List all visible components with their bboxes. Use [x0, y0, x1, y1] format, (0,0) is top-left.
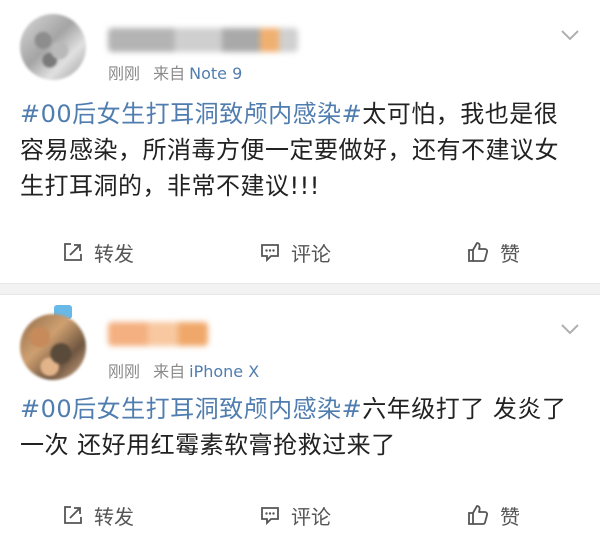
source-device[interactable]: iPhone X — [189, 362, 259, 381]
comment-label: 评论 — [291, 504, 331, 529]
thumbs-up-icon — [468, 505, 489, 525]
username-blurred[interactable] — [108, 28, 298, 52]
repost-icon — [64, 506, 82, 524]
hashtag-link[interactable]: #00后女生打耳洞致颅内感染# — [20, 100, 362, 128]
comment-label: 评论 — [291, 241, 331, 266]
source-prefix: 来自 — [153, 64, 186, 83]
post-content: #00后女生打耳洞致颅内感染#太可怕，我也是很容易感染，所消毒方便一定要做好，还… — [20, 96, 580, 204]
username-blurred[interactable] — [108, 322, 208, 346]
repost-button[interactable]: 转发 — [62, 232, 134, 272]
repost-icon — [64, 243, 82, 261]
comment-button[interactable]: 评论 — [259, 232, 331, 272]
like-button[interactable]: 赞 — [466, 495, 520, 535]
avatar[interactable] — [20, 14, 86, 80]
comment-icon — [261, 244, 279, 263]
thumbs-up-icon — [468, 242, 489, 262]
avatar[interactable] — [20, 314, 86, 380]
like-button[interactable]: 赞 — [466, 232, 520, 272]
source-device[interactable]: Note 9 — [189, 64, 242, 83]
post-actions: 转发 评论 赞 — [0, 495, 600, 535]
post-time: 刚刚 — [108, 64, 141, 83]
like-label: 赞 — [500, 241, 520, 266]
repost-button[interactable]: 转发 — [62, 495, 134, 535]
post-meta: 刚刚 来自 iPhone X — [108, 358, 259, 382]
comment-button[interactable]: 评论 — [259, 495, 331, 535]
post-meta: 刚刚 来自 Note 9 — [108, 60, 242, 84]
post-time: 刚刚 — [108, 362, 141, 381]
repost-label: 转发 — [94, 241, 134, 266]
hashtag-link[interactable]: #00后女生打耳洞致颅内感染# — [20, 395, 362, 423]
post-actions: 转发 评论 赞 — [0, 232, 600, 272]
chevron-down-icon[interactable] — [560, 28, 580, 42]
comment-icon — [261, 507, 279, 526]
feed-post: 刚刚 来自 Note 9 #00后女生打耳洞致颅内感染#太可怕，我也是很容易感染，… — [0, 0, 600, 283]
like-label: 赞 — [500, 504, 520, 529]
chevron-down-icon[interactable] — [560, 322, 580, 336]
post-content: #00后女生打耳洞致颅内感染#六年级打了 发炎了一次 还好用红霉素软膏抢救过来了 — [20, 391, 580, 463]
source-prefix: 来自 — [153, 362, 186, 381]
repost-label: 转发 — [94, 504, 134, 529]
post-separator — [0, 283, 600, 295]
